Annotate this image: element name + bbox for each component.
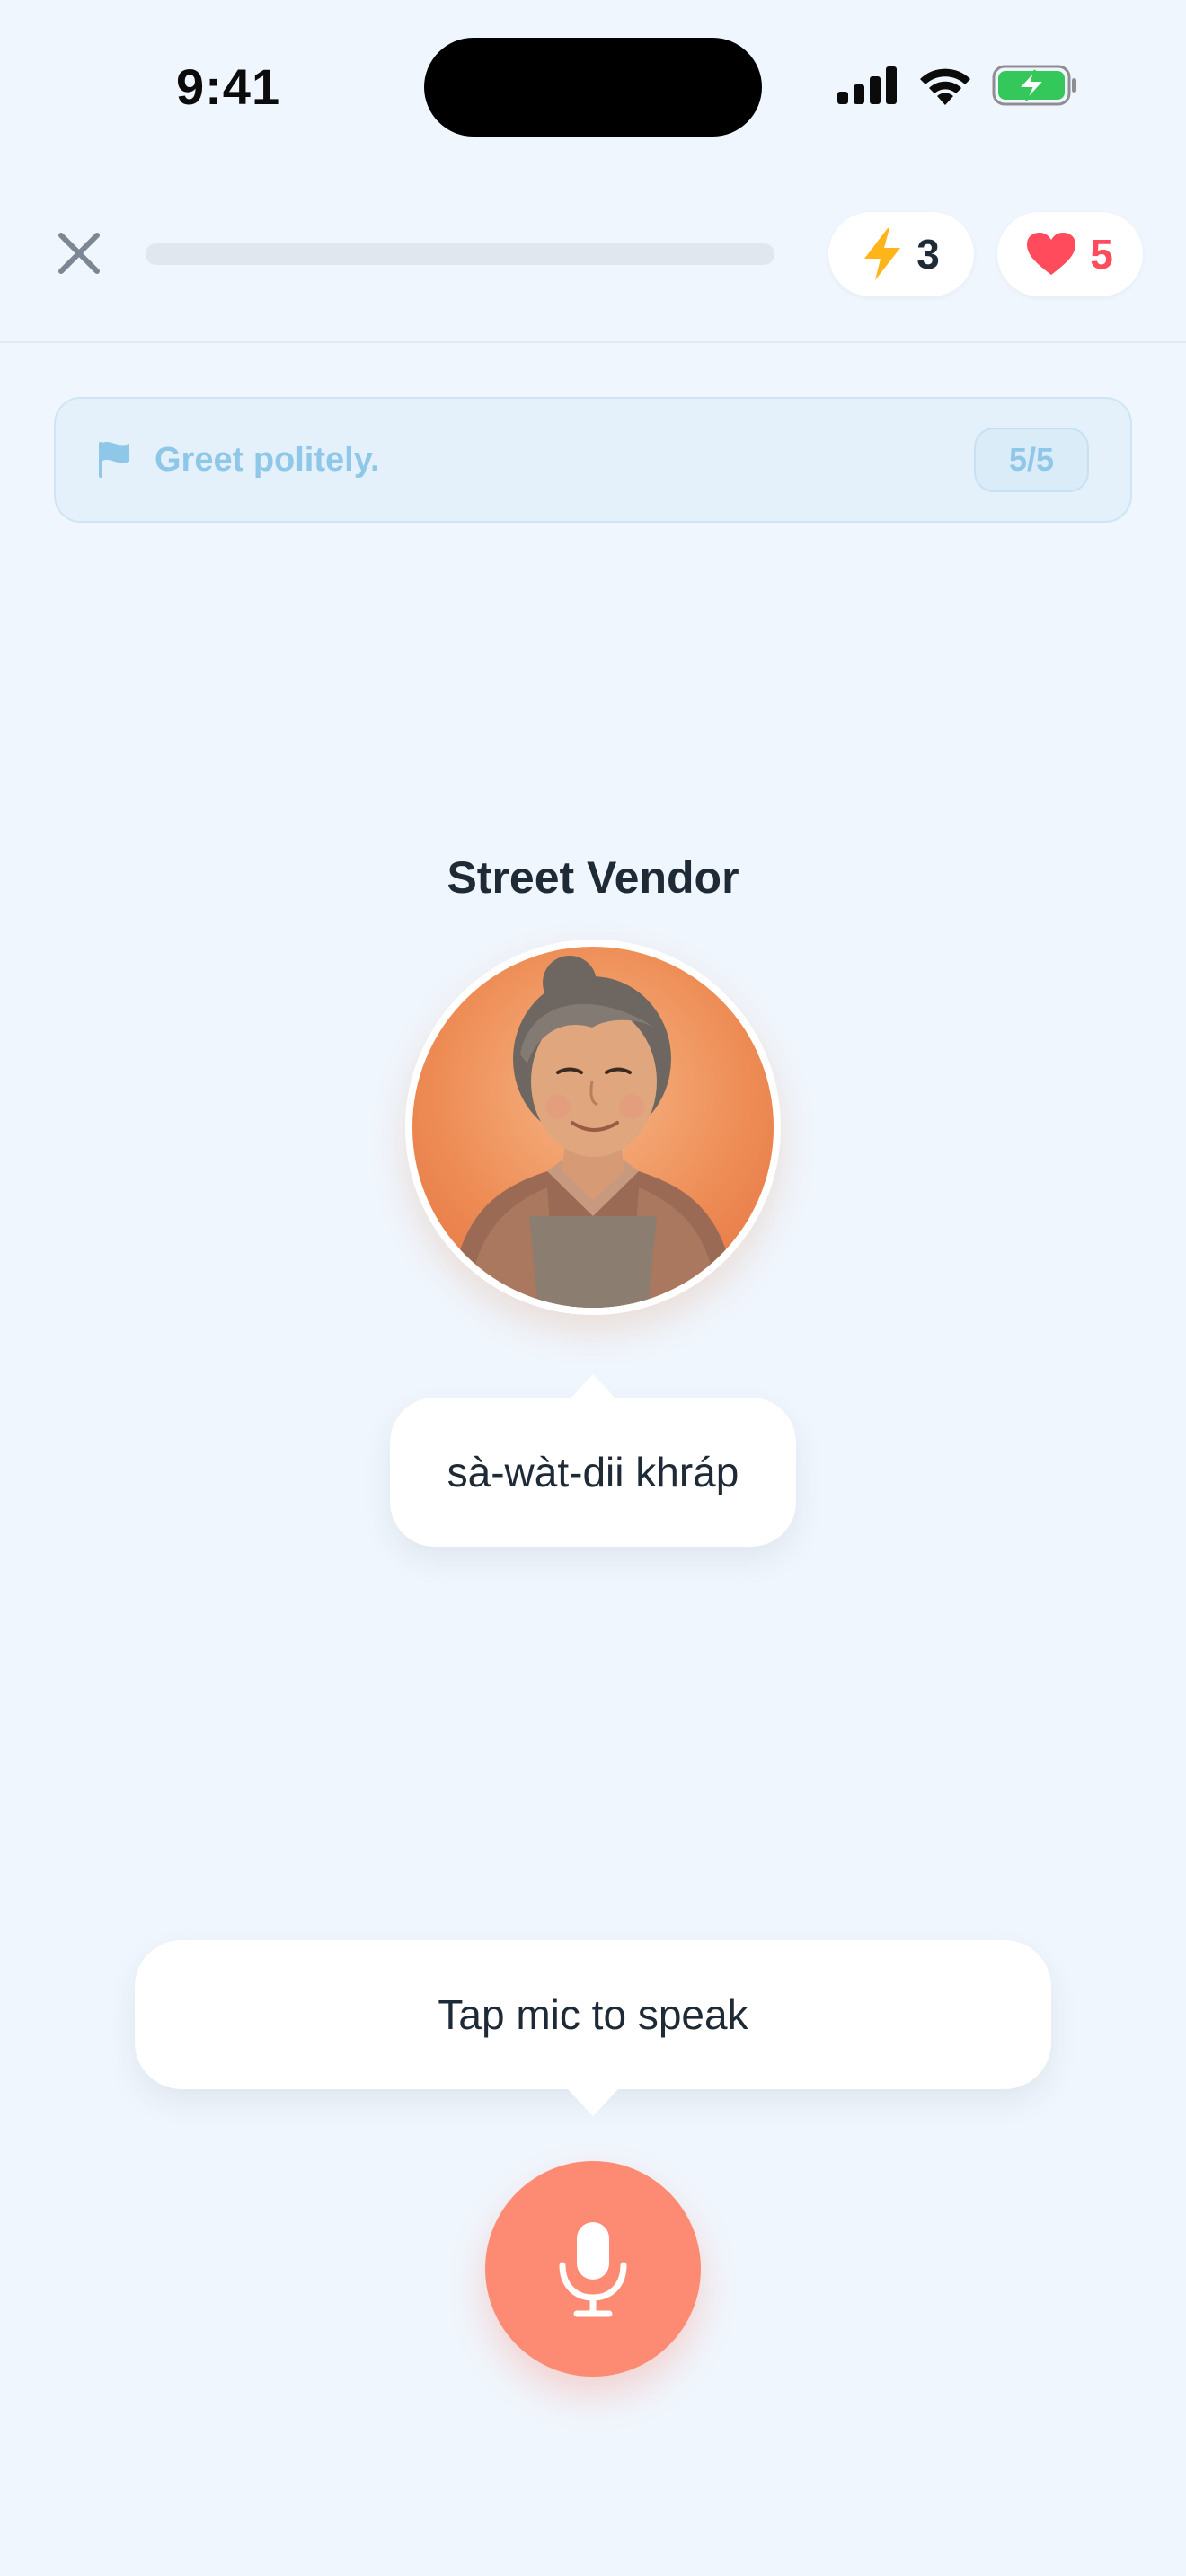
hearts-counter[interactable]: 5 (997, 212, 1143, 296)
status-time: 9:41 (176, 58, 281, 115)
dynamic-island (424, 38, 762, 137)
header-divider (0, 341, 1186, 343)
goal-counter-badge: 5/5 (974, 428, 1089, 492)
wifi-icon (920, 68, 970, 105)
energy-count: 3 (916, 231, 940, 278)
microphone-button[interactable] (485, 2161, 701, 2377)
speak-prompt-bubble: Tap mic to speak (135, 1940, 1051, 2116)
speech-text: sà-wàt-dii khráp (447, 1449, 739, 1495)
character-name: Street Vendor (447, 852, 739, 903)
hearts-count: 5 (1090, 231, 1113, 278)
lesson-progress-bar (146, 243, 774, 265)
character-avatar[interactable] (405, 940, 781, 1315)
character-speech-bubble[interactable]: sà-wàt-dii khráp (390, 1374, 796, 1547)
close-icon (58, 233, 100, 274)
cellular-signal-icon (837, 66, 897, 104)
close-button[interactable] (50, 225, 108, 282)
lightning-icon (864, 228, 901, 280)
energy-counter[interactable]: 3 (828, 212, 974, 296)
heart-icon (1027, 233, 1076, 275)
street-vendor-portrait (448, 956, 738, 1308)
flag-icon (99, 442, 129, 478)
goal-banner: Greet politely. 5/5 (54, 397, 1132, 523)
goal-text: Greet politely. (155, 440, 380, 479)
battery-charging-icon (992, 65, 1076, 106)
speak-prompt-text: Tap mic to speak (438, 1991, 748, 2038)
lesson-screen: 9:41 3 5 Greet politely. 5/5 Street Vend… (0, 0, 1186, 2576)
status-icons (837, 65, 1078, 106)
microphone-icon (559, 2222, 627, 2317)
